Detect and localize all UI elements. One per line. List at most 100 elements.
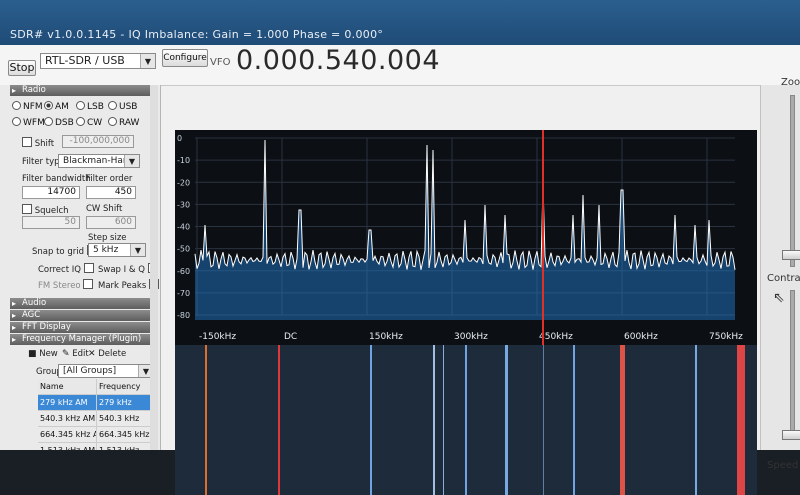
contrast-label: Contra <box>767 273 800 284</box>
mode-radio-wfm[interactable]: WFM <box>12 117 45 128</box>
edit-button[interactable]: ✎ Edit <box>62 349 89 359</box>
snap-row[interactable]: Snap to grid <box>32 245 97 257</box>
shift-label: Shift <box>34 139 55 149</box>
group-select[interactable]: [All Groups] ▼ <box>58 364 154 378</box>
y-tick-label: -20 <box>177 178 190 187</box>
speed-label: Speed <box>767 460 799 471</box>
mode-radio-raw[interactable]: RAW <box>108 117 139 128</box>
filter-bandwidth-input[interactable]: 14700 <box>22 186 80 199</box>
zoom-slider-thumb[interactable] <box>782 250 800 260</box>
cell-frequency: 1.513 kHz <box>97 443 156 450</box>
configure-button[interactable]: Configure <box>162 49 208 67</box>
step-size-select[interactable]: 5 kHz ▼ <box>88 243 146 257</box>
squelch-row[interactable]: Squelch <box>22 204 69 216</box>
mode-radio-cw[interactable]: CW <box>76 117 102 128</box>
audio-section-header[interactable]: Audio <box>10 298 158 309</box>
window-title: SDR# v1.0.0.1145 - IQ Imbalance: Gain = … <box>10 28 384 41</box>
title-bar: SDR# v1.0.0.1145 - IQ Imbalance: Gain = … <box>0 0 800 45</box>
waterfall-signal-trace <box>573 345 575 495</box>
x-tick-label: 300kHz <box>454 332 488 342</box>
chevron-down-icon: ▼ <box>140 54 155 68</box>
agc-section-header[interactable]: AGC <box>10 310 158 321</box>
stop-button[interactable]: Stop <box>8 60 36 76</box>
y-tick-label: -40 <box>177 223 190 232</box>
contrast-slider-thumb[interactable] <box>782 430 800 440</box>
mark-peaks-label: Mark Peaks <box>98 281 147 291</box>
waterfall-signal-trace <box>620 345 625 495</box>
fm-stereo-row[interactable]: FM Stereo <box>38 279 94 291</box>
column-header-frequency[interactable]: Frequency <box>97 379 156 394</box>
mode-radio-label: RAW <box>119 118 140 128</box>
swap-iq-label: Swap I & Q <box>98 265 145 275</box>
zoom-slider-track[interactable] <box>790 95 795 267</box>
mode-radio-nfm[interactable]: NFM <box>12 101 43 112</box>
waterfall-signal-trace <box>737 345 745 495</box>
radio-section-header[interactable]: Radio <box>10 85 158 96</box>
shift-input[interactable]: -100,000,000 <box>62 135 134 148</box>
delete-icon: ✕ <box>88 349 96 359</box>
squelch-checkbox[interactable] <box>22 204 32 214</box>
filter-type-select[interactable]: Blackman-Harris ▼ <box>58 154 140 168</box>
edit-icon: ✎ <box>62 349 70 359</box>
vfo-frequency-display[interactable]: 0.000.540.004 <box>236 45 440 76</box>
mode-radio-lsb[interactable]: LSB <box>76 101 104 112</box>
swap-iq-row[interactable]: Swap I & Q <box>98 263 158 275</box>
waterfall-signal-trace <box>465 345 467 495</box>
freq-manager-section-header[interactable]: Frequency Manager (Plugin) <box>10 334 158 345</box>
new-button[interactable]: ■ New <box>28 349 58 359</box>
waterfall-signal-trace <box>443 345 444 495</box>
x-tick-label: DC <box>284 332 297 342</box>
left-panel-scrollbar[interactable] <box>150 85 158 450</box>
cw-shift-label: CW Shift <box>86 204 123 214</box>
shift-checkbox[interactable] <box>22 137 32 147</box>
waterfall-signal-trace <box>205 345 207 495</box>
table-row[interactable]: 279 kHz AM 279 kHz <box>38 395 156 411</box>
squelch-input[interactable]: 50 <box>22 216 80 229</box>
correct-iq-row[interactable]: Correct IQ <box>38 263 94 275</box>
correct-iq-checkbox[interactable] <box>83 263 94 273</box>
shift-row[interactable]: Shift <box>22 137 54 149</box>
x-tick-label: -150kHz <box>199 332 236 342</box>
mode-radio-dsb[interactable]: DSB <box>44 117 74 128</box>
radio-circle-icon <box>44 101 53 110</box>
radio-circle-icon <box>12 117 21 126</box>
spectrum-plot[interactable]: 0 -10 -20 -30 -40 -50 -60 -70 -80 -150kHz DC 150kHz… <box>175 130 757 345</box>
waterfall-signal-trace <box>278 345 280 495</box>
right-panel: Zoo Contra ⇖ Speed <box>760 77 800 471</box>
table-row[interactable]: 664.345 kHz AM664.345 kHz <box>38 427 156 443</box>
chevron-down-icon: ▼ <box>130 244 145 256</box>
new-label: New <box>39 349 58 359</box>
y-tick-label: -70 <box>177 289 190 298</box>
cell-name: 664.345 kHz AM <box>38 427 97 442</box>
delete-button[interactable]: ✕ Delete <box>88 349 126 359</box>
mode-radio-am[interactable]: AM <box>44 101 69 112</box>
radio-circle-icon <box>108 101 117 110</box>
fm-stereo-checkbox[interactable] <box>83 279 94 289</box>
source-select[interactable]: RTL-SDR / USB ▼ <box>40 53 156 69</box>
contrast-slider-track[interactable] <box>790 290 795 432</box>
waterfall-signal-trace <box>695 345 697 495</box>
spectrum-display[interactable]: 0 -10 -20 -30 -40 -50 -60 -70 -80 -150kHz DC 150kHz… <box>175 130 757 345</box>
mode-radio-usb[interactable]: USB <box>108 101 137 112</box>
mode-radio-label: NFM <box>23 102 43 112</box>
column-header-name[interactable]: Name <box>38 379 97 394</box>
waterfall-display[interactable] <box>175 345 757 495</box>
table-row[interactable]: 540.3 kHz AM 540.3 kHz <box>38 411 156 427</box>
table-row[interactable]: 1.513 kHz AM1.513 kHz <box>38 443 156 450</box>
snap-label: Snap to grid <box>32 247 84 257</box>
cw-shift-input[interactable]: 600 <box>86 216 136 229</box>
x-tick-label: 600kHz <box>624 332 658 342</box>
waterfall-signal-trace <box>543 345 544 495</box>
zoom-label: Zoo <box>781 77 800 88</box>
radio-circle-icon <box>12 101 21 110</box>
filter-order-input[interactable]: 450 <box>86 186 136 199</box>
cell-name: 1.513 kHz AM <box>38 443 97 450</box>
waterfall-signal-trace <box>505 345 508 495</box>
fft-section-header[interactable]: FFT Display <box>10 322 158 333</box>
cell-name: 279 kHz AM <box>38 395 97 410</box>
new-icon: ■ <box>28 349 37 359</box>
cell-name: 540.3 kHz AM <box>38 411 97 426</box>
filter-order-label: Filter order <box>86 174 133 184</box>
table-header: Name Frequency <box>38 379 156 395</box>
waterfall-plot[interactable] <box>175 345 757 495</box>
